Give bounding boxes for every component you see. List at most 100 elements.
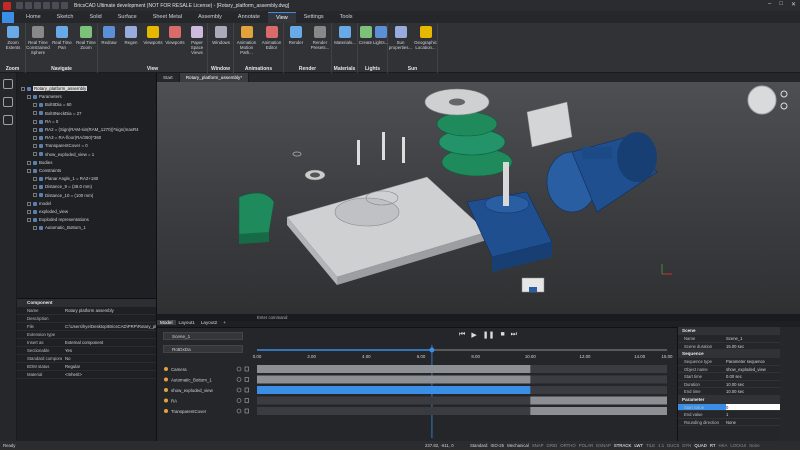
status-toggle-strack[interactable]: STRACK	[614, 441, 631, 450]
property-value[interactable]	[62, 315, 156, 322]
track-bar[interactable]	[530, 407, 667, 415]
status-toggle-tile[interactable]: TILE	[646, 441, 655, 450]
tree-expand-icon[interactable]	[27, 168, 31, 173]
status-toggle-mechanical[interactable]: Mechanical	[507, 441, 529, 450]
ribbon-button-lights[interactable]: Lights...	[373, 26, 388, 45]
tab-solid[interactable]: Solid	[82, 12, 110, 23]
tree-expand-icon[interactable]	[33, 177, 37, 182]
tree-expand-icon[interactable]	[33, 226, 37, 231]
tree-node[interactable]: show_exploded_view = 1	[33, 151, 94, 159]
timeline[interactable]: 0.00 2.00 4.00 6.00 8.00 10.00 12.00 14.00 15.00…	[157, 328, 677, 442]
tree-node[interactable]: Rotary_platform_assembly	[21, 85, 88, 93]
tab-home[interactable]: Home	[18, 12, 49, 23]
ribbon-button-viewports[interactable]: Viewports	[164, 26, 186, 45]
playhead-handle[interactable]	[429, 347, 435, 353]
tree-expand-icon[interactable]	[33, 103, 37, 108]
tree-node[interactable]: Constraints	[27, 167, 61, 175]
ribbon-button-paper-space-views[interactable]: Paper Space Views	[186, 26, 208, 55]
tab-annotate[interactable]: Annotate	[230, 12, 268, 23]
scene-property-value[interactable]: 0	[726, 403, 780, 410]
redo-icon[interactable]	[61, 2, 68, 9]
ribbon-button-viewports[interactable]: Viewports	[142, 26, 164, 45]
scene-property-value[interactable]: 1	[726, 411, 780, 418]
property-value[interactable]	[62, 331, 156, 338]
minimize-icon[interactable]: –	[768, 1, 771, 8]
ribbon-button-create[interactable]: Create	[358, 26, 373, 45]
status-toggle-1-1[interactable]: 1:1	[658, 441, 664, 450]
status-toggle-iso-25[interactable]: ISO-25	[490, 441, 504, 450]
status-toggle-ducs[interactable]: DUCS	[667, 441, 679, 450]
ribbon-button-regen[interactable]: Regen	[120, 26, 142, 45]
tree-expand-icon[interactable]	[33, 119, 37, 124]
track-add-key-icon[interactable]	[236, 387, 242, 393]
scene-property-value[interactable]: 0.00 sec	[726, 373, 780, 380]
property-value[interactable]: No	[62, 355, 156, 362]
tree-expand-icon[interactable]	[27, 160, 31, 165]
tree-node[interactable]: model	[27, 200, 51, 208]
scene-property-value[interactable]: None	[726, 419, 780, 426]
tab-surface[interactable]: Surface	[110, 12, 145, 23]
tree-expand-icon[interactable]	[33, 127, 37, 132]
tree-node[interactable]: RA = 0	[33, 118, 58, 126]
view-home-icon[interactable]	[780, 90, 788, 98]
view-layers-icon[interactable]	[780, 102, 788, 110]
ribbon-button-redraw[interactable]: Redraw	[98, 26, 120, 45]
tree-node[interactable]: Distance_10 = (100 mm)	[33, 192, 93, 200]
tree-expand-icon[interactable]	[27, 209, 31, 214]
close-icon[interactable]: ✕	[791, 1, 796, 8]
status-toggle-hka[interactable]: HKA	[718, 441, 727, 450]
tree-expand-icon[interactable]	[27, 218, 31, 223]
ribbon-button-render[interactable]: Render	[284, 26, 308, 45]
scene-property-value[interactable]: 10.00 sec	[726, 388, 780, 395]
tree-node[interactable]: exploded_view	[27, 208, 68, 216]
ribbon-button-animation-editor[interactable]: Animation Editor	[259, 26, 284, 50]
track-delete-icon[interactable]	[244, 408, 249, 414]
app-menu-button[interactable]	[2, 12, 14, 23]
ribbon-button-sun-properties[interactable]: Sun properties...	[388, 26, 413, 50]
tree-node[interactable]: Automatic_Bottom_1	[33, 224, 86, 232]
doc-tab-start[interactable]: Start	[157, 73, 180, 82]
tree-expand-icon[interactable]	[33, 152, 37, 157]
tree-node[interactable]: RA3 = RA-floor(RA/360)*360	[33, 134, 101, 142]
property-value[interactable]: Yes	[62, 347, 156, 354]
status-toggle-esnap[interactable]: ESNAP	[596, 441, 611, 450]
property-value[interactable]: <Inherit>	[62, 371, 156, 378]
tab-tools[interactable]: Tools	[332, 12, 361, 23]
status-toggle-snap[interactable]: SNAP	[532, 441, 544, 450]
track-bar[interactable]	[530, 396, 667, 405]
property-value[interactable]: Rotary platform assembly	[62, 307, 156, 314]
scene-property-value[interactable]: 10.00 sec	[726, 381, 780, 388]
property-value[interactable]: C:\Users\hye\Desktop\BricsCAD\PRP\Rotary…	[62, 323, 156, 330]
track-add-key-icon[interactable]	[236, 408, 242, 414]
track-delete-icon[interactable]	[244, 366, 249, 372]
properties-icon[interactable]	[3, 115, 13, 125]
print-icon[interactable]	[43, 2, 50, 9]
track-delete-icon[interactable]	[244, 377, 249, 382]
view-cube[interactable]	[747, 85, 777, 115]
tree-expand-icon[interactable]	[21, 86, 25, 91]
ribbon-button-real-time-pan[interactable]: Real Time Pan	[50, 26, 74, 50]
scene-property-value[interactable]: Parameter sequence	[726, 358, 780, 365]
tree-node[interactable]: BoltIINeckDia = 27	[33, 110, 81, 118]
tab-view[interactable]: View	[267, 12, 296, 23]
track-add-key-icon[interactable]	[236, 366, 242, 372]
tree-node[interactable]: Planar Angle_1 = RA2+180	[33, 175, 98, 183]
status-toggle-lockui[interactable]: LOCKUI	[730, 441, 746, 450]
track-add-key-icon[interactable]	[236, 398, 242, 403]
tab-sketch[interactable]: Sketch	[49, 12, 82, 23]
ribbon-button-zoom-extents[interactable]: Zoom Extents	[0, 26, 26, 50]
tab-sheet-metal[interactable]: Sheet Metal	[145, 12, 190, 23]
ribbon-button-render-presets[interactable]: Render Presets...	[308, 26, 332, 50]
ribbon-button-animation-motion-path[interactable]: Animation Motion Path...	[234, 26, 259, 55]
tab-settings[interactable]: Settings	[296, 12, 332, 23]
model-viewport[interactable]	[157, 82, 800, 314]
save-icon[interactable]	[34, 2, 41, 9]
track-bar[interactable]	[257, 365, 531, 373]
status-toggle-rt[interactable]: RT	[710, 441, 716, 450]
bim-browser-icon[interactable]	[3, 79, 13, 89]
tree-node[interactable]: BoltIIDia = 60	[33, 101, 71, 109]
maximize-icon[interactable]: □	[779, 1, 783, 8]
status-toggle-none[interactable]: None	[749, 441, 759, 450]
layout-tab-layout2[interactable]: Layout2	[198, 320, 220, 325]
status-toggle-standard[interactable]: Standard	[470, 441, 487, 450]
